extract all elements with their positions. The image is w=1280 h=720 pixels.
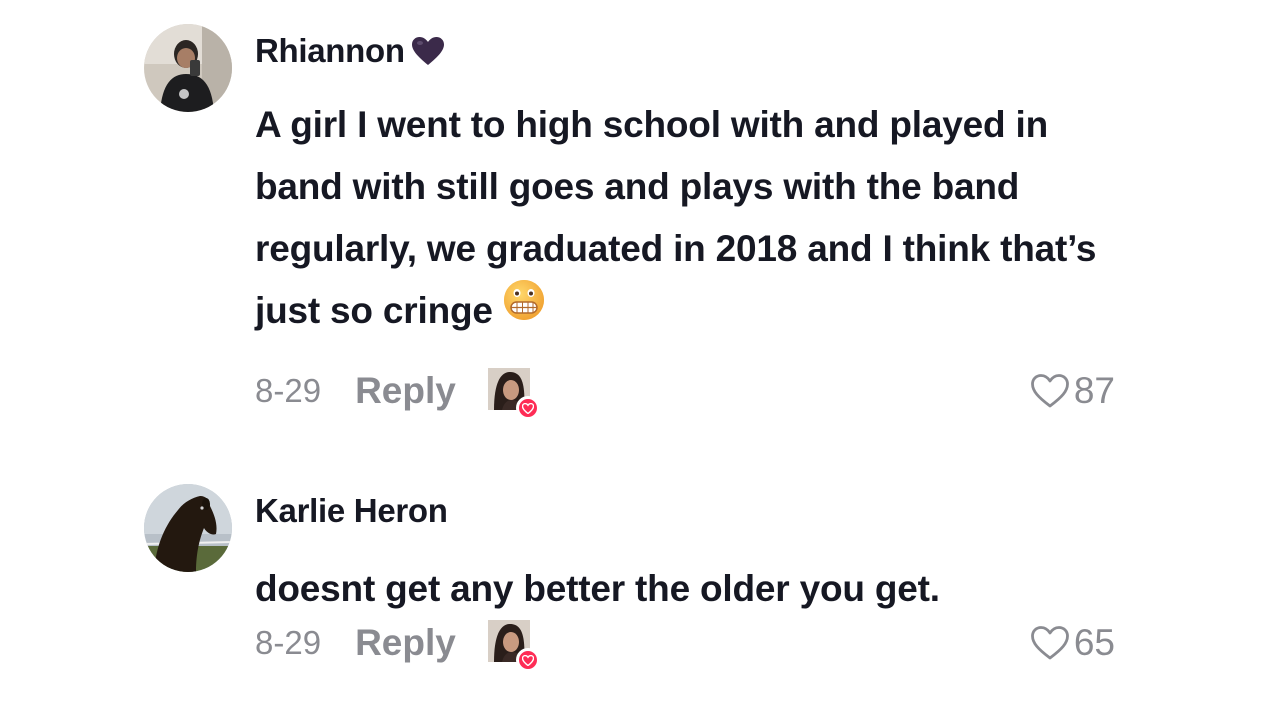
comment-date: 8-29 (255, 372, 322, 409)
like-button[interactable]: 65 (1030, 618, 1115, 668)
creator-liked-badge (487, 620, 540, 672)
heart-icon (515, 396, 540, 420)
purple-heart-icon (411, 36, 445, 71)
comment-meta: 8-29 Reply (255, 366, 540, 420)
user-avatar-image (144, 484, 232, 572)
reply-button[interactable]: Reply (355, 370, 456, 412)
username[interactable]: Karlie Heron (255, 492, 448, 530)
comment-date: 8-29 (255, 624, 322, 661)
user-avatar-image (144, 24, 232, 112)
like-count: 87 (1073, 370, 1115, 411)
comment-text-content: A girl I went to high school with and pl… (255, 104, 1097, 331)
like-count: 65 (1073, 622, 1115, 663)
creator-liked-badge (487, 368, 540, 420)
heart-outline-icon (1030, 374, 1069, 408)
comment-body: Rhiannon A girl I went to high school wi… (255, 24, 1115, 420)
grimacing-face-icon (503, 278, 545, 340)
comment-meta: 8-29 Reply (255, 618, 540, 672)
comment-text: A girl I went to high school with and pl… (255, 94, 1105, 342)
comments-list: Rhiannon A girl I went to high school wi… (0, 0, 1280, 720)
heart-icon (515, 648, 540, 672)
like-button[interactable]: 87 (1030, 366, 1115, 416)
comment-body: Karlie Heron doesnt get any better the o… (255, 484, 1115, 672)
avatar[interactable] (144, 484, 232, 572)
avatar[interactable] (144, 24, 232, 112)
comment-text: doesnt get any better the older you get. (255, 568, 940, 609)
username[interactable]: Rhiannon (255, 32, 405, 70)
heart-outline-icon (1030, 626, 1069, 660)
reply-button[interactable]: Reply (355, 622, 456, 664)
